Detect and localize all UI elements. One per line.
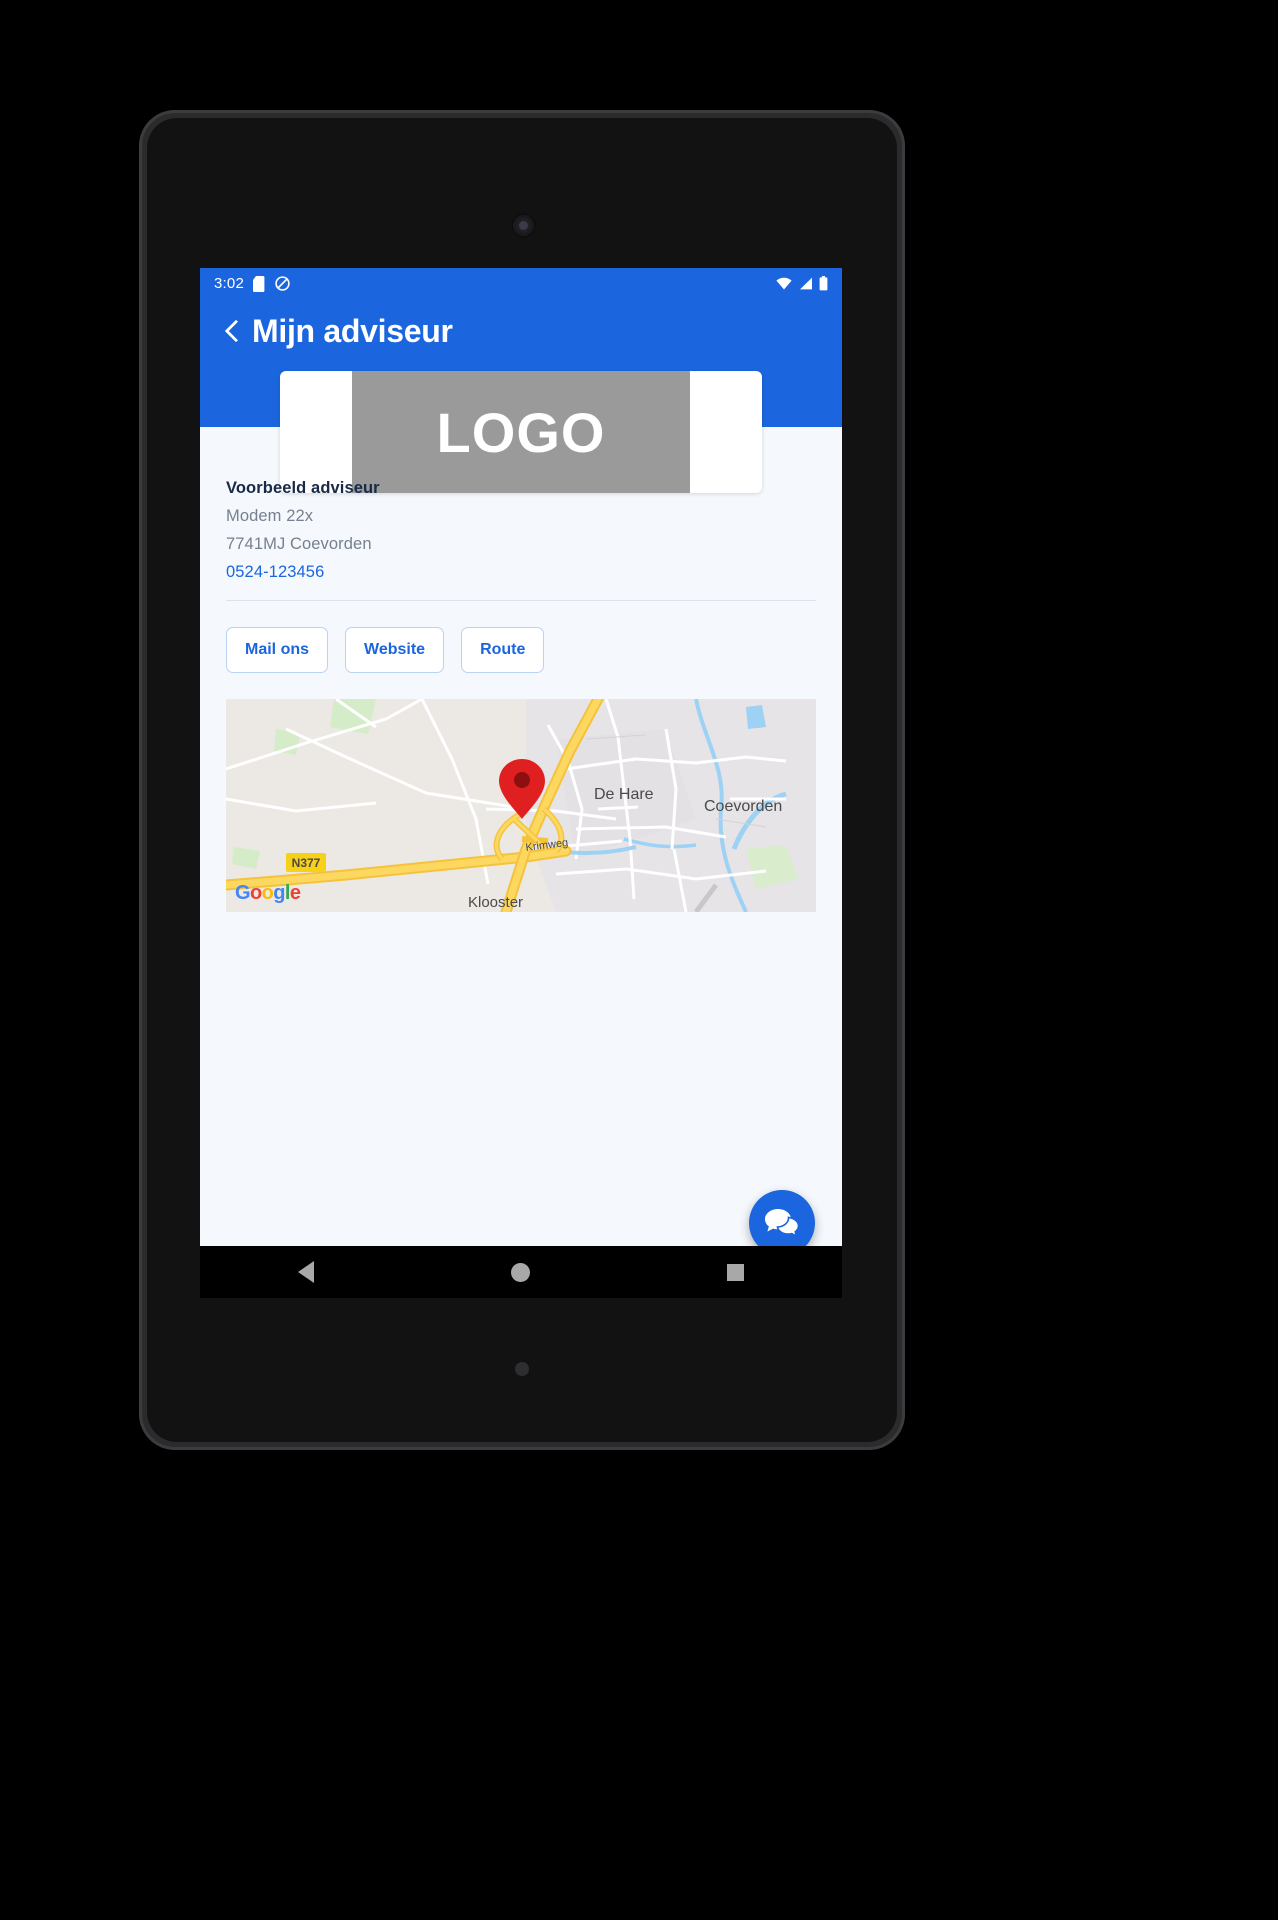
svg-text:N377: N377 [292, 856, 321, 870]
do-not-disturb-icon [275, 276, 290, 291]
cell-signal-icon [800, 277, 812, 290]
action-buttons-row: Mail ons Website Route [226, 627, 816, 673]
google-attribution: Google [235, 882, 301, 904]
app-bar: Mijn adviseur LOGO [200, 299, 842, 493]
nav-home-button[interactable] [510, 1262, 530, 1282]
mail-ons-button[interactable]: Mail ons [226, 627, 329, 673]
page-title: Mijn adviseur [252, 313, 453, 349]
chat-bubbles-icon [765, 1209, 799, 1238]
status-bar-left: 3:02 [214, 275, 290, 292]
front-camera-icon [513, 215, 534, 236]
advisor-street: Modem 22x [226, 507, 314, 525]
map-label-coevorden: Coevorden [704, 798, 782, 815]
status-bar-right [776, 276, 828, 291]
map-label-klooster: Klooster [468, 894, 523, 911]
device-screen: 3:02 Mijn adviseur LOGO Voorbeeld advise… [200, 268, 842, 1298]
status-bar: 3:02 [200, 268, 842, 299]
nav-recents-button[interactable] [726, 1263, 744, 1281]
android-nav-bar [200, 1246, 842, 1298]
app-bar-row: Mijn adviseur [200, 299, 842, 349]
device-bottom-sensor [515, 1362, 529, 1376]
status-time: 3:02 [214, 275, 244, 292]
nav-back-button[interactable] [298, 1261, 315, 1283]
map-canvas: N377 De Hare Coevorden Krimweg Klooster [226, 699, 816, 912]
website-button[interactable]: Website [345, 627, 445, 673]
advisor-details: Voorbeeld adviseur Modem 22x 7741MJ Coev… [200, 427, 842, 912]
advisor-phone-link[interactable]: 0524-123456 [226, 563, 324, 582]
advisor-city: 7741MJ Coevorden [226, 535, 372, 553]
sd-card-icon [253, 275, 265, 292]
tablet-device-frame: 3:02 Mijn adviseur LOGO Voorbeeld advise… [139, 110, 905, 1450]
location-map[interactable]: N377 De Hare Coevorden Krimweg Klooster … [226, 699, 816, 912]
road-shield-n377: N377 [286, 853, 326, 872]
section-divider [226, 600, 816, 601]
map-label-de-hare: De Hare [594, 786, 654, 803]
wifi-icon [776, 277, 792, 290]
advisor-name: Voorbeeld adviseur [226, 479, 380, 497]
route-button[interactable]: Route [461, 627, 545, 673]
battery-icon [819, 276, 828, 291]
back-chevron-icon[interactable] [222, 317, 242, 345]
